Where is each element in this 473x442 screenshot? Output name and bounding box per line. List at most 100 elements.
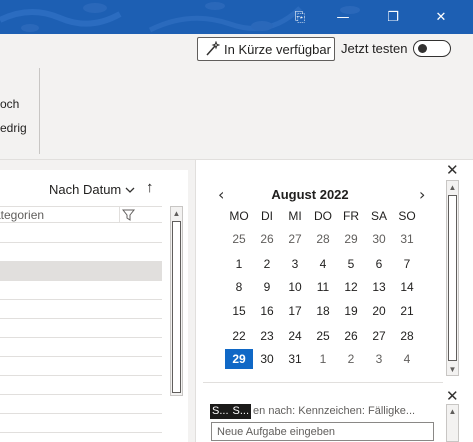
restore-icon: ❐ [387, 9, 399, 25]
calendar-day[interactable]: 19 [337, 301, 365, 321]
calendar-day[interactable]: 24 [281, 326, 309, 346]
message-row[interactable] [0, 243, 162, 262]
calendar-day[interactable]: 23 [253, 326, 281, 346]
ribbon-display-button[interactable]: ⎘ [279, 0, 321, 34]
weekday-label: MO [229, 209, 249, 223]
scroll-thumb[interactable] [172, 221, 181, 393]
sort-direction-button[interactable]: ↑ [146, 179, 154, 196]
close-tasks-button[interactable]: ✕ [446, 387, 459, 405]
calendar-day[interactable]: 15 [225, 301, 253, 321]
calendar-scrollbar[interactable]: ▲ ▼ [446, 180, 459, 376]
ribbon-option-low[interactable]: edrig [0, 121, 27, 135]
task-column-header-1[interactable]: S... [210, 404, 231, 419]
wand-icon [206, 41, 220, 56]
calendar-day[interactable]: 4 [309, 254, 337, 274]
toggle-knob [418, 44, 427, 53]
coming-soon-label: In Kürze verfügbar [224, 41, 331, 57]
calendar-day[interactable]: 17 [281, 301, 309, 321]
previous-month-button[interactable]: ‹ [218, 185, 224, 204]
calendar-day[interactable]: 10 [281, 277, 309, 297]
sort-by-date-button[interactable]: Nach Datum [49, 182, 135, 197]
message-row[interactable] [0, 262, 162, 281]
calendar-day[interactable]: 31 [281, 349, 309, 369]
sort-label: Nach Datum [49, 182, 122, 197]
column-header-categories[interactable]: ategorien [0, 206, 162, 223]
filter-icon[interactable] [122, 208, 136, 222]
message-row[interactable] [0, 395, 162, 414]
weekday-label: DO [314, 209, 332, 223]
message-row[interactable] [0, 300, 162, 319]
calendar-day[interactable]: 6 [365, 254, 393, 274]
calendar-day[interactable]: 27 [281, 229, 309, 249]
calendar-day[interactable]: 14 [393, 277, 421, 297]
try-now-toggle[interactable] [413, 40, 451, 57]
title-bar: ⎘ — ❐ ✕ [0, 0, 473, 34]
calendar-day-today[interactable]: 29 [225, 349, 253, 369]
calendar-day[interactable]: 3 [365, 349, 393, 369]
calendar-day[interactable]: 1 [225, 254, 253, 274]
calendar-day[interactable]: 2 [337, 349, 365, 369]
message-row[interactable] [0, 319, 162, 338]
calendar-day[interactable]: 2 [253, 254, 281, 274]
message-row[interactable] [0, 376, 162, 395]
weekday-label: FR [343, 209, 359, 223]
new-task-input[interactable] [211, 422, 434, 441]
calendar-day[interactable]: 1 [309, 349, 337, 369]
task-filter-header[interactable]: S... S... en nach: Kennzeichen: Fälligke..… [210, 404, 420, 420]
message-row[interactable] [0, 414, 162, 433]
scroll-up-icon[interactable]: ▲ [447, 405, 458, 417]
calendar-day[interactable]: 7 [393, 254, 421, 274]
scroll-up-icon[interactable]: ▲ [447, 181, 458, 193]
next-month-button[interactable]: › [419, 185, 425, 204]
calendar-day[interactable]: 27 [365, 326, 393, 346]
calendar-month-title: August 2022 [271, 187, 349, 202]
minimize-button[interactable]: — [322, 0, 364, 34]
message-row[interactable] [0, 338, 162, 357]
calendar-day[interactable]: 20 [365, 301, 393, 321]
tasks-scrollbar[interactable]: ▲ [446, 404, 459, 442]
calendar-day[interactable]: 21 [393, 301, 421, 321]
calendar-day[interactable]: 11 [309, 277, 337, 297]
calendar-day[interactable]: 4 [393, 349, 421, 369]
calendar-day[interactable]: 30 [365, 229, 393, 249]
message-row[interactable] [0, 224, 162, 243]
calendar-day[interactable]: 8 [225, 277, 253, 297]
task-column-header-2[interactable]: S... [230, 404, 252, 419]
calendar-day[interactable]: 5 [337, 254, 365, 274]
scroll-up-icon[interactable]: ▲ [171, 207, 182, 219]
calendar-day[interactable]: 30 [253, 349, 281, 369]
calendar-day[interactable]: 25 [225, 229, 253, 249]
calendar-day[interactable]: 13 [365, 277, 393, 297]
calendar-day[interactable]: 12 [337, 277, 365, 297]
ribbon-option-high[interactable]: och [0, 97, 19, 111]
calendar-day[interactable]: 3 [281, 254, 309, 274]
ribbon-display-icon: ⎘ [294, 9, 306, 25]
chevron-down-icon [125, 187, 135, 193]
message-row[interactable] [0, 357, 162, 376]
calendar-day[interactable]: 26 [337, 326, 365, 346]
calendar-day[interactable]: 28 [393, 326, 421, 346]
scroll-thumb[interactable] [448, 195, 457, 361]
calendar-day[interactable]: 28 [309, 229, 337, 249]
calendar-day[interactable]: 31 [393, 229, 421, 249]
close-calendar-button[interactable]: ✕ [446, 161, 459, 179]
weekday-label: DI [261, 209, 273, 223]
weekday-label: MI [288, 209, 302, 223]
calendar-day[interactable]: 22 [225, 326, 253, 346]
restore-button[interactable]: ❐ [372, 0, 414, 34]
calendar-day[interactable]: 16 [253, 301, 281, 321]
message-list-scrollbar[interactable]: ▲ [170, 206, 183, 396]
calendar-day[interactable]: 26 [253, 229, 281, 249]
close-icon: ✕ [435, 9, 447, 25]
coming-soon-button[interactable]: In Kürze verfügbar [197, 37, 335, 61]
scroll-down-icon[interactable]: ▼ [447, 363, 458, 375]
ribbon-group-divider [39, 68, 40, 154]
calendar-day[interactable]: 9 [253, 277, 281, 297]
message-row[interactable] [0, 281, 162, 300]
calendar-day[interactable]: 25 [309, 326, 337, 346]
try-now-label: Jetzt testen [341, 41, 408, 56]
calendar-day[interactable]: 18 [309, 301, 337, 321]
pane-divider [203, 382, 443, 383]
calendar-day[interactable]: 29 [337, 229, 365, 249]
close-window-button[interactable]: ✕ [420, 0, 462, 34]
